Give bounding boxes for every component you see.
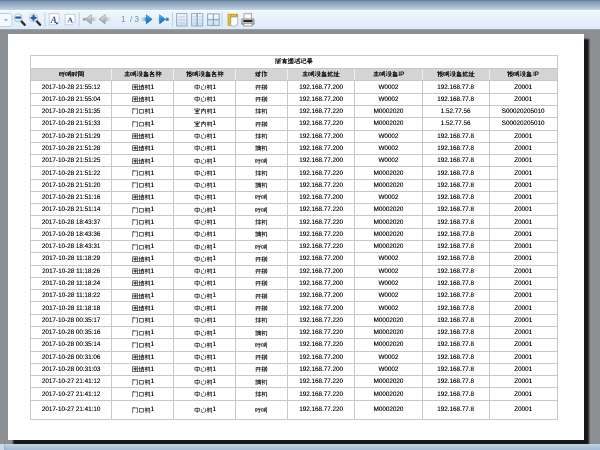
svg-text:A: A — [67, 16, 73, 25]
svg-text:A: A — [50, 16, 57, 26]
